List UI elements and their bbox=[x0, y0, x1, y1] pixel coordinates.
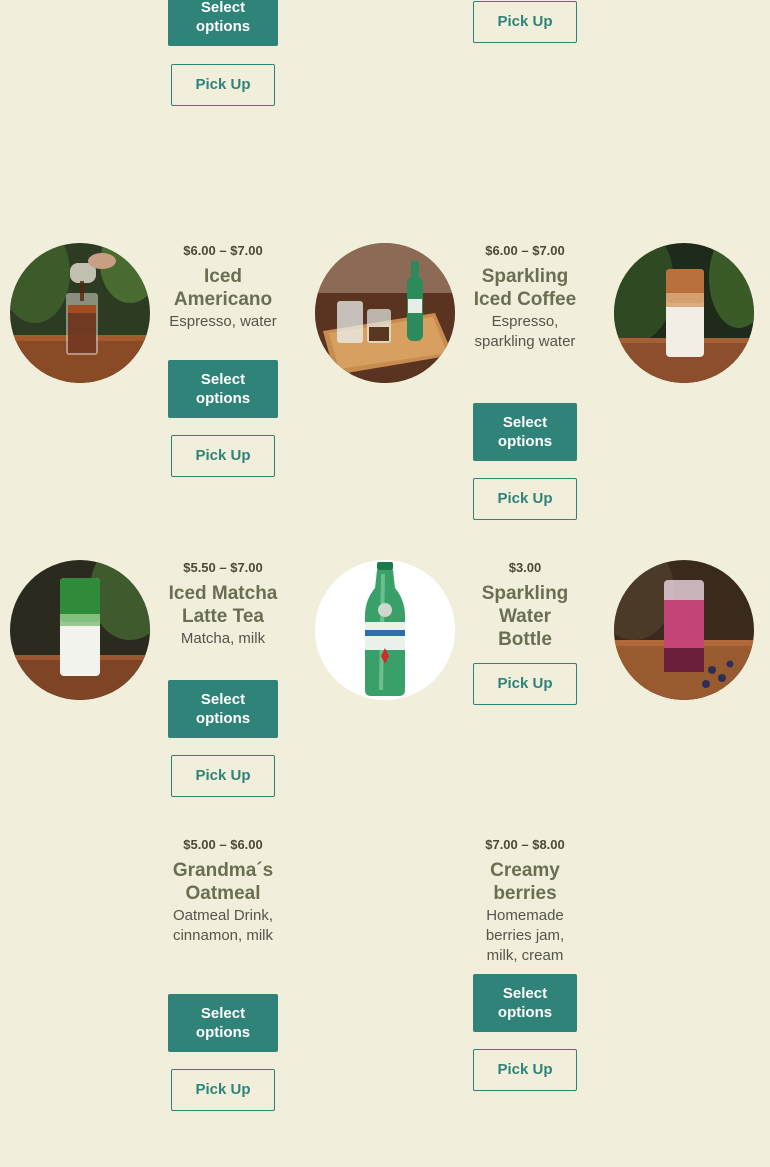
product-description: Espresso, sparkling water bbox=[474, 313, 576, 350]
button-label: Select options bbox=[497, 414, 553, 450]
button-label: Select options bbox=[195, 1005, 251, 1041]
product-description: Homemade berries jam, milk, cream bbox=[485, 907, 565, 964]
product-image-iced-americano[interactable] bbox=[10, 243, 150, 383]
product-price: $5.50 – $7.00 bbox=[183, 560, 263, 575]
button-label: Select options bbox=[195, 0, 251, 35]
product-title[interactable]: Grandma´s Oatmeal bbox=[168, 859, 278, 905]
pick-up-button[interactable]: Pick Up bbox=[171, 64, 275, 106]
button-label: Pick Up bbox=[195, 76, 251, 93]
product-description: Oatmeal Drink, cinnamon, milk bbox=[172, 907, 274, 944]
product-price: $6.00 – $7.00 bbox=[485, 243, 565, 258]
product-price: $7.00 – $8.00 bbox=[485, 837, 565, 852]
button-label: Pick Up bbox=[497, 13, 553, 30]
button-label: Pick Up bbox=[497, 675, 553, 692]
button-label: Select options bbox=[497, 985, 553, 1021]
pick-up-button[interactable]: Pick Up bbox=[171, 1069, 275, 1111]
select-options-button[interactable]: Select options bbox=[473, 403, 577, 461]
pick-up-button[interactable]: Pick Up bbox=[171, 755, 275, 797]
button-label: Pick Up bbox=[195, 1081, 251, 1098]
product-title[interactable]: Creamy berries bbox=[473, 859, 577, 905]
select-options-button[interactable]: Select options bbox=[168, 360, 278, 418]
product-price: $5.00 – $6.00 bbox=[183, 837, 263, 852]
product-image-sparkling-iced-coffee[interactable] bbox=[315, 243, 455, 383]
product-image-iced-matcha-latte[interactable] bbox=[10, 560, 150, 700]
product-image-sparkling-water-bottle[interactable] bbox=[315, 560, 455, 700]
product-description: Espresso, water bbox=[169, 313, 277, 330]
product-price: $3.00 bbox=[508, 560, 542, 575]
pick-up-button[interactable]: Pick Up bbox=[171, 435, 275, 477]
select-options-button[interactable]: Select options bbox=[168, 0, 278, 46]
button-label: Select options bbox=[195, 691, 251, 727]
button-label: Select options bbox=[195, 371, 251, 407]
select-options-button[interactable]: Select options bbox=[168, 994, 278, 1052]
product-image-iced-latte[interactable] bbox=[614, 243, 754, 383]
pick-up-button[interactable]: Pick Up bbox=[473, 663, 577, 705]
product-image-berry-iced-drink[interactable] bbox=[614, 560, 754, 700]
product-price: $6.00 – $7.00 bbox=[183, 243, 263, 258]
product-description: Matcha, milk bbox=[180, 630, 266, 647]
product-title[interactable]: Sparkling Iced Coffee bbox=[473, 265, 577, 311]
product-title[interactable]: Sparkling Water Bottle bbox=[473, 582, 577, 651]
product-title[interactable]: Iced Matcha Latte Tea bbox=[168, 582, 278, 628]
button-label: Pick Up bbox=[195, 767, 251, 784]
button-label: Pick Up bbox=[195, 447, 251, 464]
pick-up-button[interactable]: Pick Up bbox=[473, 1049, 577, 1091]
pick-up-button[interactable]: Pick Up bbox=[473, 1, 577, 43]
select-options-button[interactable]: Select options bbox=[473, 974, 577, 1032]
pick-up-button[interactable]: Pick Up bbox=[473, 478, 577, 520]
select-options-button[interactable]: Select options bbox=[168, 680, 278, 738]
button-label: Pick Up bbox=[497, 490, 553, 507]
button-label: Pick Up bbox=[497, 1061, 553, 1078]
product-title[interactable]: Iced Americano bbox=[168, 265, 278, 311]
